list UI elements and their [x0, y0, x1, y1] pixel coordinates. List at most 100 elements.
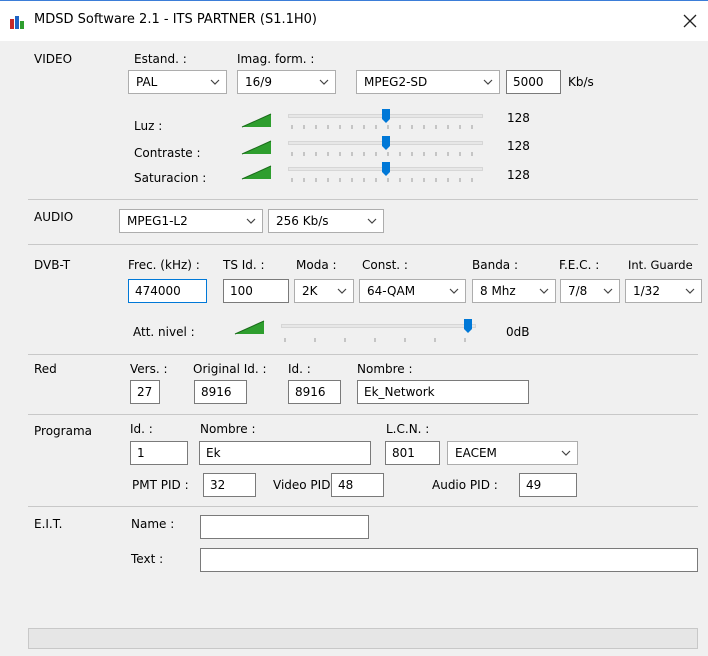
- guard-label: Int. Guarde: [628, 258, 693, 272]
- programa-nombre-label: Nombre :: [200, 422, 256, 436]
- red-original-id-label: Original Id. :: [193, 362, 267, 376]
- estand-label: Estand. :: [134, 52, 187, 66]
- programa-nombre-field[interactable]: Ek: [199, 441, 371, 465]
- contraste-value: 128: [507, 139, 530, 153]
- moda-value: 2K: [302, 284, 318, 298]
- audio-pid-value: 49: [526, 478, 542, 492]
- audio-codec-value: MPEG1-L2: [127, 214, 188, 228]
- eit-name-field[interactable]: [200, 515, 369, 539]
- red-nombre-label: Nombre :: [357, 362, 413, 376]
- red-section-label: Red: [34, 362, 57, 376]
- const-value: 64-QAM: [367, 284, 416, 298]
- red-id-value: 8916: [295, 385, 326, 399]
- att-slider-thumb[interactable]: [464, 319, 472, 333]
- att-label: Att. nivel :: [133, 325, 195, 339]
- red-nombre-field[interactable]: Ek_Network: [357, 380, 529, 404]
- chevron-down-icon: [539, 288, 549, 294]
- contraste-slider-thumb[interactable]: [382, 136, 390, 150]
- const-select[interactable]: 64-QAM: [359, 279, 466, 303]
- tsid-field[interactable]: 100: [223, 279, 289, 303]
- audio-bitrate-select[interactable]: 256 Kb/s: [268, 209, 384, 233]
- fec-select[interactable]: 7/8: [560, 279, 620, 303]
- eit-name-label: Name :: [131, 517, 175, 531]
- red-id-label: Id. :: [288, 362, 311, 376]
- att-slider-ticks: [284, 338, 466, 342]
- tsid-value: 100: [230, 284, 253, 298]
- audio-pid-label: Audio PID :: [432, 478, 498, 492]
- pmt-pid-value: 32: [210, 478, 226, 492]
- chevron-down-icon: [337, 288, 347, 294]
- divider: [28, 354, 698, 355]
- guard-select[interactable]: 1/32: [625, 279, 702, 303]
- title-bar: MDSD Software 2.1 - ITS PARTNER (S1.1H0): [0, 0, 708, 41]
- chevron-down-icon: [449, 288, 459, 294]
- eit-section-label: E.I.T.: [34, 517, 63, 531]
- saturacion-slider[interactable]: [288, 162, 483, 188]
- red-original-id-field[interactable]: 8916: [194, 380, 247, 404]
- luz-slider-thumb[interactable]: [382, 109, 390, 123]
- video-codec-value: MPEG2-SD: [364, 75, 428, 89]
- red-vers-field[interactable]: 27: [130, 380, 160, 404]
- estand-select[interactable]: PAL: [128, 70, 227, 94]
- video-pid-field[interactable]: 48: [331, 473, 384, 497]
- level-ramp-icon: [234, 320, 265, 335]
- contraste-label: Contraste :: [134, 146, 201, 160]
- programa-section-label: Programa: [34, 424, 92, 438]
- video-bitrate-field[interactable]: 5000: [506, 70, 561, 94]
- frec-value: 474000: [135, 284, 181, 298]
- att-value: 0dB: [506, 325, 530, 339]
- programa-id-label: Id. :: [130, 422, 153, 436]
- saturacion-label: Saturacion :: [134, 171, 207, 185]
- moda-select[interactable]: 2K: [294, 279, 354, 303]
- close-button[interactable]: [678, 9, 702, 33]
- chevron-down-icon: [561, 450, 571, 456]
- status-bar: [28, 628, 698, 649]
- banda-value: 8 Mhz: [480, 284, 516, 298]
- const-label: Const. :: [362, 258, 408, 272]
- video-section-label: VIDEO: [34, 52, 73, 66]
- audio-pid-field[interactable]: 49: [519, 473, 577, 497]
- red-id-field[interactable]: 8916: [288, 380, 341, 404]
- imag-form-label: Imag. form. :: [237, 52, 315, 66]
- pmt-pid-label: PMT PID :: [132, 478, 189, 492]
- level-ramp-icon: [241, 165, 272, 180]
- fec-value: 7/8: [568, 284, 588, 298]
- imag-form-select[interactable]: 16/9: [237, 70, 336, 94]
- chevron-down-icon: [685, 288, 695, 294]
- red-nombre-value: Ek_Network: [364, 385, 435, 399]
- level-ramp-icon: [241, 113, 272, 128]
- lcn-label: L.C.N. :: [386, 422, 430, 436]
- divider: [28, 199, 698, 200]
- luz-slider[interactable]: [288, 109, 483, 135]
- video-pid-value: 48: [338, 478, 354, 492]
- moda-label: Moda :: [296, 258, 337, 272]
- audio-codec-select[interactable]: MPEG1-L2: [119, 209, 263, 233]
- saturacion-slider-ticks: [291, 178, 473, 182]
- frec-label: Frec. (kHz) :: [128, 258, 200, 272]
- audio-section-label: AUDIO: [34, 210, 74, 224]
- lcn-mode-select[interactable]: EACEM: [447, 441, 578, 465]
- luz-slider-ticks: [291, 125, 473, 129]
- lcn-mode-value: EACEM: [455, 446, 497, 460]
- banda-select[interactable]: 8 Mhz: [472, 279, 556, 303]
- dvbt-section-label: DVB-T: [34, 258, 71, 272]
- video-codec-select[interactable]: MPEG2-SD: [356, 70, 500, 94]
- lcn-field[interactable]: 801: [385, 441, 440, 465]
- level-ramp-icon: [241, 140, 272, 155]
- pmt-pid-field[interactable]: 32: [203, 473, 256, 497]
- contraste-slider[interactable]: [288, 136, 483, 162]
- eit-text-field[interactable]: [200, 548, 698, 572]
- guard-value: 1/32: [633, 284, 660, 298]
- frec-field[interactable]: 474000: [128, 279, 207, 303]
- divider: [28, 414, 698, 415]
- att-slider[interactable]: [281, 318, 476, 344]
- tsid-label: TS Id. :: [223, 258, 265, 272]
- estand-value: PAL: [136, 75, 158, 89]
- divider: [28, 244, 698, 245]
- saturacion-slider-thumb[interactable]: [382, 162, 390, 176]
- video-pid-label: Video PID:: [273, 478, 335, 492]
- programa-nombre-value: Ek: [206, 446, 221, 460]
- programa-id-field[interactable]: 1: [130, 441, 188, 465]
- saturacion-value: 128: [507, 168, 530, 182]
- eit-text-label: Text :: [131, 552, 164, 566]
